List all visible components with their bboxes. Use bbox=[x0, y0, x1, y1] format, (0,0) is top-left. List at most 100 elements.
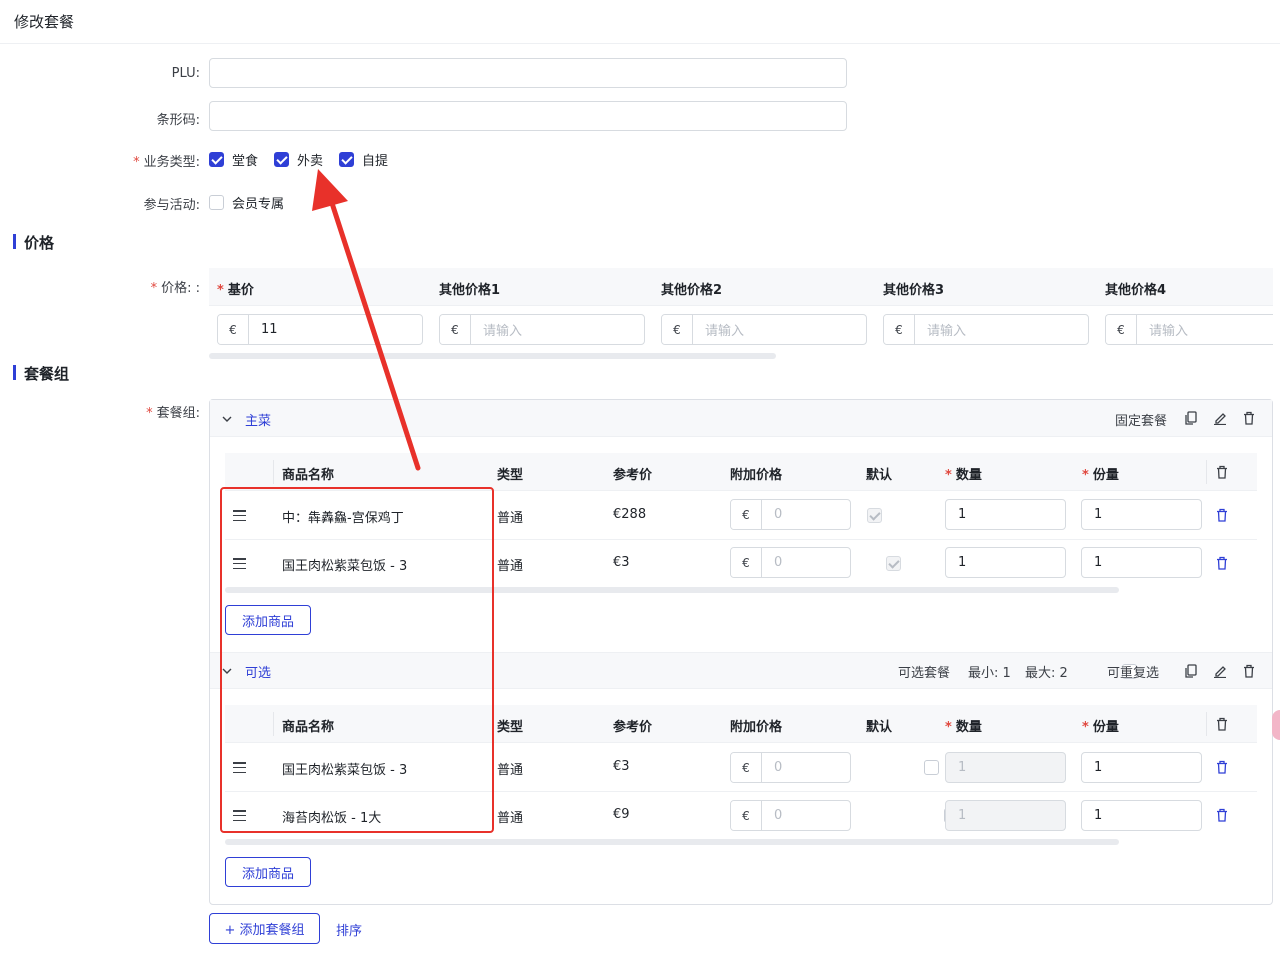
add-item-button[interactable]: 添加商品 bbox=[225, 857, 311, 887]
extra-price-value: 0 bbox=[774, 507, 783, 522]
extra-price-value: 0 bbox=[774, 808, 783, 823]
other-price-1-input[interactable]: € 请输入 bbox=[439, 314, 645, 345]
price-col-other2: 其他价格2 bbox=[661, 283, 723, 298]
euro-icon: € bbox=[440, 315, 471, 344]
other-price-4-placeholder: 请输入 bbox=[1149, 324, 1189, 339]
th-ref-price: 参考价 bbox=[613, 468, 653, 483]
default-checkbox[interactable] bbox=[867, 508, 882, 523]
th-extra-price: 附加价格 bbox=[730, 720, 783, 735]
add-combo-group-button[interactable]: + 添加套餐组 bbox=[209, 913, 320, 944]
extra-price-input[interactable]: € 0 bbox=[730, 800, 851, 831]
column-divider bbox=[273, 460, 274, 484]
quantity-input[interactable]: 1 bbox=[945, 752, 1066, 783]
price-section-title: 价格 bbox=[24, 234, 55, 252]
extra-price-value: 0 bbox=[774, 760, 783, 775]
item-type: 普通 bbox=[497, 511, 524, 526]
checkbox-dine-in-label: 堂食 bbox=[232, 154, 259, 169]
annotation-highlight-box bbox=[220, 487, 494, 833]
delete-all-icon[interactable] bbox=[1215, 465, 1229, 479]
checkbox-member-only-label: 会员专属 bbox=[232, 197, 285, 212]
checkbox-dine-in[interactable] bbox=[209, 152, 224, 167]
euro-icon: € bbox=[731, 801, 762, 830]
th-quantity: * 数量 bbox=[945, 468, 982, 483]
extra-price-value: 0 bbox=[774, 555, 783, 570]
delete-icon[interactable] bbox=[1242, 411, 1256, 425]
th-default: 默认 bbox=[866, 468, 893, 483]
annotation-arrow-icon bbox=[312, 169, 421, 471]
sort-link[interactable]: 排序 bbox=[336, 920, 362, 939]
other-price-2-input[interactable]: € 请输入 bbox=[661, 314, 867, 345]
quantity-input[interactable]: 1 bbox=[945, 499, 1066, 530]
checkbox-delivery[interactable] bbox=[274, 152, 290, 167]
euro-icon: € bbox=[731, 548, 762, 577]
group2-table-scrollbar[interactable] bbox=[225, 839, 1119, 845]
th-type: 类型 bbox=[497, 468, 524, 483]
quantity-input[interactable]: 1 bbox=[945, 800, 1066, 831]
th-portion: * 份量 bbox=[1082, 720, 1119, 735]
other-price-3-input[interactable]: € 请输入 bbox=[883, 314, 1089, 345]
price-table-scrollbar[interactable] bbox=[209, 353, 776, 359]
group-min: 最小: 1 bbox=[968, 666, 1011, 681]
other-price-4-input[interactable]: € 请输入 bbox=[1105, 314, 1273, 345]
copy-icon[interactable] bbox=[1184, 664, 1198, 678]
group-mode-fixed: 固定套餐 bbox=[1115, 414, 1168, 429]
th-type: 类型 bbox=[497, 720, 524, 735]
barcode-label: 条形码: bbox=[156, 113, 200, 128]
euro-icon: € bbox=[884, 315, 915, 344]
plu-label: PLU: bbox=[171, 66, 200, 81]
delete-row-icon[interactable] bbox=[1215, 808, 1229, 822]
section-marker bbox=[13, 365, 16, 380]
th-extra-price: 附加价格 bbox=[730, 468, 783, 483]
edit-icon[interactable] bbox=[1213, 664, 1227, 678]
checkbox-member-only[interactable] bbox=[209, 195, 224, 210]
page-title: 修改套餐 bbox=[14, 13, 75, 31]
extra-price-input[interactable]: € 0 bbox=[730, 499, 851, 530]
activity-label: 参与活动: bbox=[143, 198, 200, 213]
business-type-label: * 业务类型: bbox=[133, 155, 200, 170]
delete-row-icon[interactable] bbox=[1215, 760, 1229, 774]
plu-input[interactable] bbox=[209, 58, 847, 88]
repeat-label: 可重复选 bbox=[1107, 666, 1160, 681]
column-divider bbox=[1206, 712, 1207, 736]
item-ref-price: €3 bbox=[613, 555, 630, 570]
copy-icon[interactable] bbox=[1184, 411, 1198, 425]
chevron-down-icon[interactable] bbox=[222, 414, 232, 424]
other-price-1-placeholder: 请输入 bbox=[483, 324, 523, 339]
price-col-other3: 其他价格3 bbox=[883, 283, 945, 298]
item-ref-price: €3 bbox=[613, 759, 630, 774]
euro-icon: € bbox=[731, 753, 762, 782]
group-max: 最大: 2 bbox=[1025, 666, 1068, 681]
portion-input[interactable]: 1 bbox=[1081, 752, 1202, 783]
item-ref-price: €288 bbox=[613, 507, 647, 522]
price-col-base: * 基价 bbox=[217, 283, 254, 298]
delete-row-icon[interactable] bbox=[1215, 556, 1229, 570]
activity-group: 会员专属 bbox=[209, 193, 284, 212]
extra-price-input[interactable]: € 0 bbox=[730, 547, 851, 578]
delete-icon[interactable] bbox=[1242, 664, 1256, 678]
euro-icon: € bbox=[662, 315, 693, 344]
item-type: 普通 bbox=[497, 559, 524, 574]
combo-section-title: 套餐组 bbox=[24, 365, 70, 383]
price-col-other4: 其他价格4 bbox=[1105, 283, 1167, 298]
item-type: 普通 bbox=[497, 811, 524, 826]
default-checkbox[interactable] bbox=[886, 556, 902, 571]
price-col-other1: 其他价格1 bbox=[439, 283, 501, 298]
portion-input[interactable]: 1 bbox=[1081, 800, 1202, 831]
side-handle[interactable] bbox=[1272, 710, 1280, 740]
edit-icon[interactable] bbox=[1213, 411, 1227, 425]
th-portion: * 份量 bbox=[1082, 468, 1119, 483]
barcode-input[interactable] bbox=[209, 101, 847, 131]
quantity-input[interactable]: 1 bbox=[945, 547, 1066, 578]
delete-row-icon[interactable] bbox=[1215, 508, 1229, 522]
default-checkbox[interactable] bbox=[924, 760, 940, 775]
group-name-main[interactable]: 主菜 bbox=[245, 410, 271, 429]
delete-all-icon[interactable] bbox=[1215, 717, 1229, 731]
portion-input[interactable]: 1 bbox=[1081, 499, 1202, 530]
euro-icon: € bbox=[1106, 315, 1137, 344]
portion-input[interactable]: 1 bbox=[1081, 547, 1202, 578]
item-ref-price: €9 bbox=[613, 807, 630, 822]
column-divider bbox=[1206, 460, 1207, 484]
extra-price-input[interactable]: € 0 bbox=[730, 752, 851, 783]
item-type: 普通 bbox=[497, 763, 524, 778]
euro-icon: € bbox=[731, 500, 762, 529]
